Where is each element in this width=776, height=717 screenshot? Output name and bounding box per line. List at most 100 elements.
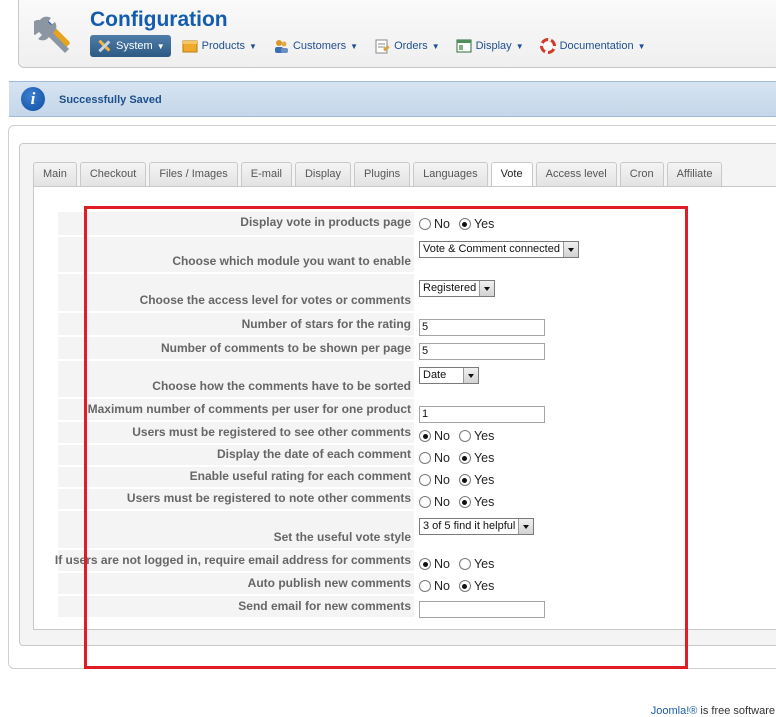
menu-documentation-label: Documentation xyxy=(559,40,634,52)
menu-products[interactable]: Products ▼ xyxy=(177,35,262,57)
registered-note-no-radio[interactable] xyxy=(419,496,431,508)
message-text: Successfully Saved xyxy=(59,94,162,106)
tab-access-level[interactable]: Access level xyxy=(535,162,617,187)
row-max-comments: Maximum number of comments per user for … xyxy=(58,399,776,423)
chevron-down-icon: ▼ xyxy=(156,41,165,51)
row-useful-style: Set the useful vote style 3 of 5 find it… xyxy=(58,511,776,549)
require-email-no-radio[interactable] xyxy=(419,558,431,570)
menu-display-label: Display xyxy=(475,40,512,52)
menu-orders-label: Orders xyxy=(394,40,428,52)
tab-display[interactable]: Display xyxy=(294,162,352,187)
footer-text: is free software xyxy=(697,705,775,717)
sort-select[interactable]: Date xyxy=(419,366,480,384)
label-sort: Choose how the comments have to be sorte… xyxy=(152,379,411,393)
label-module: Choose which module you want to enable xyxy=(172,254,411,268)
max-comments-input[interactable] xyxy=(419,405,545,423)
require-email-yes-radio[interactable] xyxy=(458,558,471,570)
chevron-down-icon: ▼ xyxy=(350,41,359,51)
tab-affiliate[interactable]: Affiliate xyxy=(666,162,723,187)
chevron-down-icon xyxy=(518,518,534,534)
display-icon xyxy=(456,39,472,53)
joomla-link[interactable]: Joomla!® xyxy=(651,705,698,717)
menu-documentation[interactable]: Documentation ▼ xyxy=(535,35,651,57)
row-registered-see: Users must be registered to see other co… xyxy=(58,422,776,444)
label-stars: Number of stars for the rating xyxy=(241,317,411,331)
label-max-comments: Maximum number of comments per user for … xyxy=(87,402,411,416)
label-display-date: Display the date of each comment xyxy=(216,447,411,461)
label-access-level: Choose the access level for votes or com… xyxy=(139,293,411,307)
users-icon xyxy=(274,40,288,53)
wrench-icon xyxy=(98,39,111,53)
menu-display[interactable]: Display ▼ xyxy=(451,35,529,57)
chevron-down-icon xyxy=(479,280,495,296)
registered-see-no-radio[interactable] xyxy=(419,430,431,442)
row-useful-rating: Enable useful rating for each comment No… xyxy=(58,467,776,488)
chevron-down-icon xyxy=(463,367,479,383)
row-display-date: Display the date of each comment No Yes xyxy=(58,445,776,466)
module-select[interactable]: Vote & Comment connected xyxy=(419,240,579,258)
config-tabs: Main Checkout Files / Images E-mail Disp… xyxy=(33,162,725,188)
useful-rating-yes-radio[interactable] xyxy=(458,474,471,486)
display-vote-radio-group: No Yes xyxy=(419,217,503,231)
configuration-tools-icon xyxy=(34,16,70,53)
display-vote-no-radio[interactable] xyxy=(419,218,431,230)
label-registered-see: Users must be registered to see other co… xyxy=(132,425,411,439)
auto-publish-no-radio[interactable] xyxy=(419,580,431,592)
row-stars: Number of stars for the rating xyxy=(58,313,776,336)
box-icon xyxy=(182,40,198,53)
display-date-no-radio[interactable] xyxy=(419,452,431,464)
row-module: Choose which module you want to enable V… xyxy=(58,237,776,273)
chevron-down-icon: ▼ xyxy=(249,41,257,51)
main-menu: System ▼ Products ▼ Customers ▼ Orders ▼ xyxy=(90,35,657,57)
label-require-email: If users are not logged in, require emai… xyxy=(54,553,411,567)
tab-languages[interactable]: Languages xyxy=(413,162,488,187)
row-display-vote: Display vote in products page No Yes xyxy=(58,212,776,236)
menu-customers[interactable]: Customers ▼ xyxy=(268,35,363,57)
chevron-down-icon: ▼ xyxy=(515,41,524,51)
stars-input[interactable] xyxy=(419,318,545,336)
menu-customers-label: Customers xyxy=(292,40,347,52)
row-comments-per-page: Number of comments to be shown per page xyxy=(58,337,776,360)
row-sort: Choose how the comments have to be sorte… xyxy=(58,361,776,398)
menu-products-label: Products xyxy=(201,40,246,52)
menu-system-label: System xyxy=(116,40,153,52)
tab-cron[interactable]: Cron xyxy=(619,162,664,187)
chevron-down-icon: ▼ xyxy=(637,41,646,51)
lifebuoy-icon xyxy=(539,38,556,54)
menu-orders[interactable]: Orders ▼ xyxy=(369,35,445,57)
menu-system[interactable]: System ▼ xyxy=(90,35,171,57)
tab-vote[interactable]: Vote xyxy=(490,162,533,188)
system-message: i Successfully Saved xyxy=(9,81,776,117)
registered-see-yes-radio[interactable] xyxy=(458,430,471,442)
footer: Joomla!® is free software xyxy=(651,705,775,717)
label-useful-style: Set the useful vote style xyxy=(273,530,411,544)
page-title: Configuration xyxy=(90,8,228,31)
auto-publish-yes-radio[interactable] xyxy=(458,580,471,592)
label-auto-publish: Auto publish new comments xyxy=(247,576,411,590)
row-registered-note: Users must be registered to note other c… xyxy=(58,489,776,510)
chevron-down-icon xyxy=(562,241,578,257)
display-date-yes-radio[interactable] xyxy=(458,452,471,464)
row-access-level: Choose the access level for votes or com… xyxy=(58,274,776,312)
label-display-vote: Display vote in products page xyxy=(240,215,411,229)
access-level-select[interactable]: Registered xyxy=(419,279,496,297)
row-auto-publish: Auto publish new comments No Yes xyxy=(58,573,776,595)
tab-email[interactable]: E-mail xyxy=(240,162,292,187)
display-vote-yes-radio[interactable] xyxy=(458,218,471,230)
label-send-email: Send email for new comments xyxy=(238,599,411,613)
registered-note-yes-radio[interactable] xyxy=(458,496,471,508)
useful-rating-no-radio[interactable] xyxy=(419,474,431,486)
tab-checkout[interactable]: Checkout xyxy=(79,162,147,187)
tab-main[interactable]: Main xyxy=(33,162,77,187)
chevron-down-icon: ▼ xyxy=(431,41,440,51)
label-registered-note: Users must be registered to note other c… xyxy=(126,491,411,505)
label-useful-rating: Enable useful rating for each comment xyxy=(189,469,411,483)
label-comments-per-page: Number of comments to be shown per page xyxy=(160,341,411,355)
useful-style-select[interactable]: 3 of 5 find it helpful xyxy=(419,517,535,535)
row-send-email: Send email for new comments xyxy=(58,596,776,618)
info-icon: i xyxy=(21,87,45,111)
comments-per-page-input[interactable] xyxy=(419,342,545,360)
tab-files-images[interactable]: Files / Images xyxy=(149,162,238,187)
send-email-input[interactable] xyxy=(419,600,545,618)
tab-plugins[interactable]: Plugins xyxy=(354,162,411,187)
